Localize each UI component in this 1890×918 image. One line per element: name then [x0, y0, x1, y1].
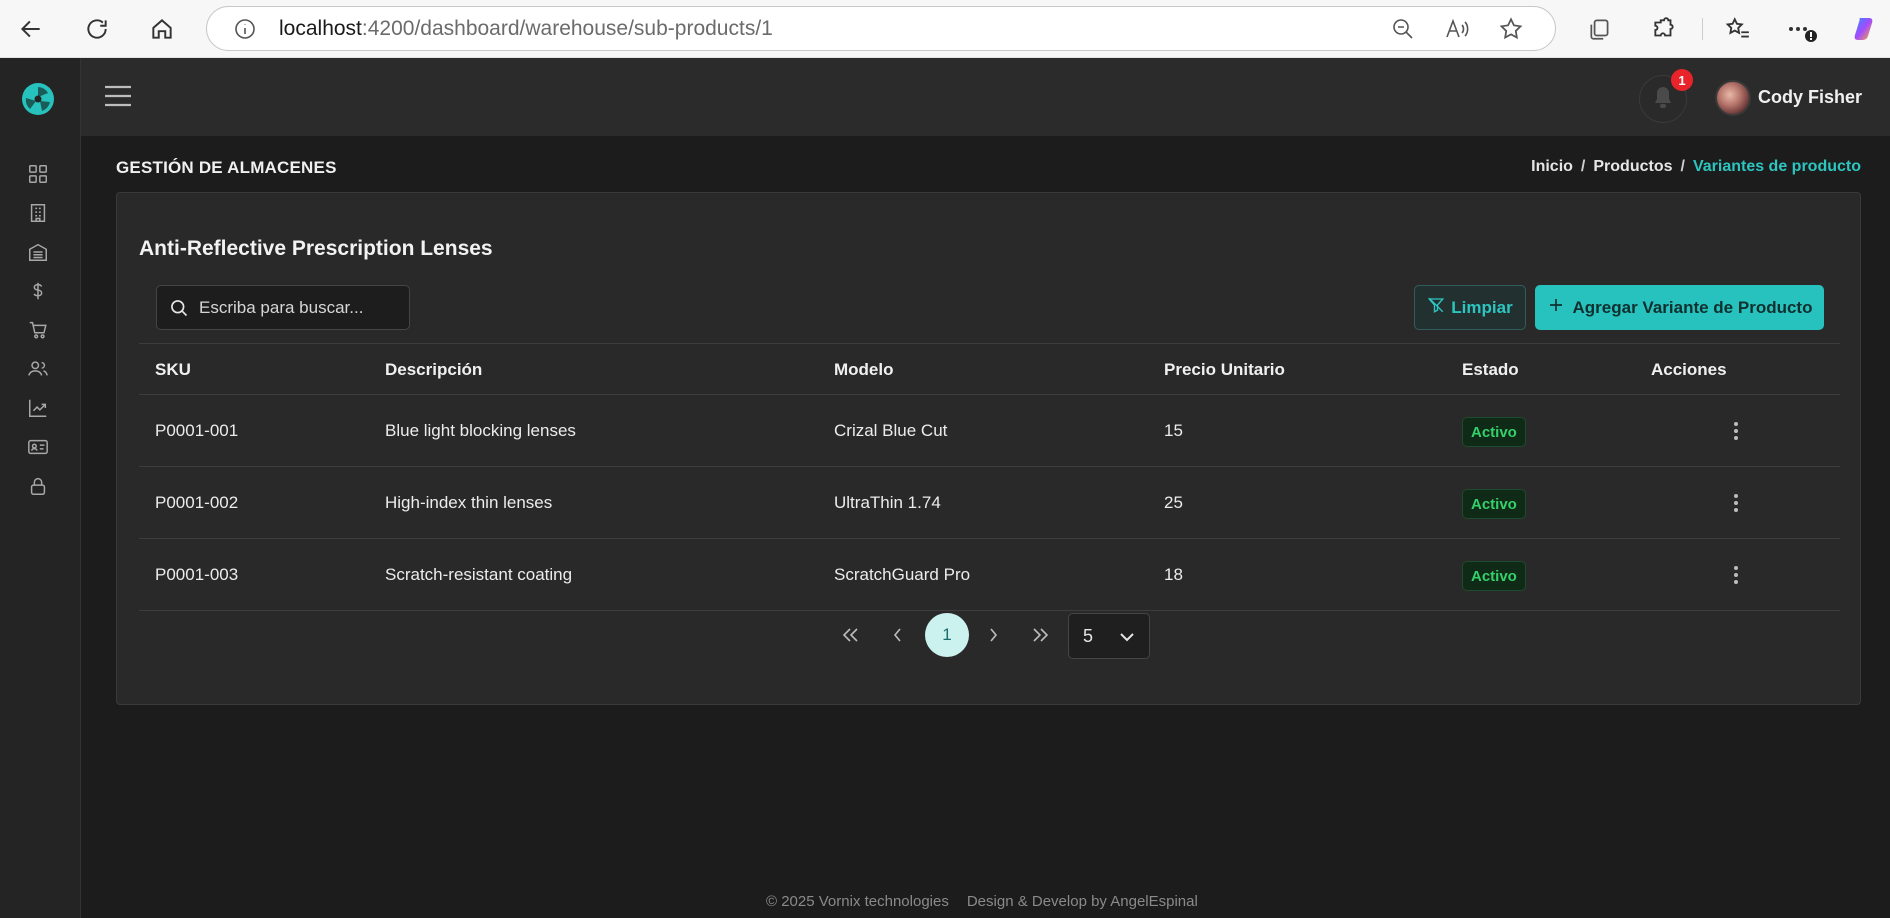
search-input[interactable] — [199, 286, 399, 329]
cell-model: UltraThin 1.74 — [834, 493, 941, 512]
breadcrumb: Inicio / Productos / Variantes de produc… — [1531, 158, 1861, 176]
cell-model: ScratchGuard Pro — [834, 565, 971, 584]
user-avatar[interactable] — [1715, 80, 1751, 116]
column-header-description[interactable]: Descripción — [385, 360, 482, 380]
sidebar-warehouse-icon[interactable] — [26, 240, 50, 264]
back-icon[interactable] — [14, 12, 48, 46]
product-variants-card: Anti-Reflective Prescription Lenses Limp… — [116, 192, 1861, 705]
table-header: SKU Descripción Modelo Precio Unitario E… — [139, 343, 1840, 395]
product-title: Anti-Reflective Prescription Lenses — [139, 237, 493, 260]
footer: © 2025 Vornix technologies Design & Deve… — [766, 893, 1198, 910]
url-text: localhost:4200/dashboard/warehouse/sub-p… — [279, 16, 773, 40]
table-row: P0001-001 Blue light blocking lenses Cri… — [139, 395, 1840, 467]
status-badge: Activo — [1462, 417, 1526, 447]
row-actions-menu-icon[interactable] — [1725, 419, 1747, 443]
sidebar-cart-icon[interactable] — [26, 318, 50, 342]
column-header-actions: Acciones — [1651, 360, 1727, 379]
favorite-star-icon[interactable] — [1497, 15, 1525, 43]
cell-description: Blue light blocking lenses — [385, 421, 576, 440]
zoom-out-icon[interactable] — [1389, 15, 1417, 43]
row-actions-menu-icon[interactable] — [1725, 491, 1747, 515]
sidebar-chart-icon[interactable] — [26, 396, 50, 420]
table-row: P0001-003 Scratch-resistant coating Scra… — [139, 539, 1840, 611]
page-button-current[interactable]: 1 — [925, 613, 969, 657]
sidebar-building-icon[interactable] — [26, 201, 50, 225]
row-actions-menu-icon[interactable] — [1725, 563, 1747, 587]
pagination: 1 5 — [117, 613, 1862, 659]
copilot-icon[interactable] — [1850, 13, 1882, 45]
status-badge: Activo — [1462, 489, 1526, 519]
breadcrumb-home[interactable]: Inicio — [1531, 158, 1573, 176]
toolbar-separator — [1702, 18, 1703, 40]
cell-unit-price: 15 — [1164, 421, 1183, 440]
breadcrumb-current: Variantes de producto — [1692, 158, 1861, 175]
breadcrumb-separator: / — [1580, 158, 1586, 175]
user-name[interactable]: Cody Fisher — [1758, 87, 1862, 108]
breadcrumb-separator: / — [1680, 158, 1685, 175]
browser-toolbar: localhost:4200/dashboard/warehouse/sub-p… — [0, 0, 1890, 58]
bell-icon — [1652, 85, 1674, 114]
home-icon[interactable] — [145, 12, 179, 46]
topbar: 1 Cody Fisher — [81, 58, 1890, 136]
add-variant-button[interactable]: Agregar Variante de Producto — [1535, 285, 1824, 330]
sidebar-lock-icon[interactable] — [26, 474, 50, 498]
collections-icon[interactable] — [1584, 13, 1616, 45]
next-page-icon[interactable] — [973, 615, 1013, 655]
sidebar-dashboard-icon[interactable] — [26, 162, 50, 186]
page-size-value: 5 — [1083, 625, 1094, 646]
page-size-select[interactable]: 5 — [1068, 613, 1150, 659]
clear-filters-label: Limpiar — [1451, 297, 1513, 317]
cell-sku: P0001-001 — [155, 421, 239, 440]
cell-unit-price: 25 — [1164, 493, 1183, 512]
address-bar[interactable]: localhost:4200/dashboard/warehouse/sub-p… — [206, 6, 1556, 51]
refresh-icon[interactable] — [80, 12, 114, 46]
more-menu-icon[interactable] — [1786, 13, 1818, 45]
sidebar-users-icon[interactable] — [26, 357, 50, 381]
cell-unit-price: 18 — [1164, 565, 1183, 584]
first-page-icon[interactable] — [831, 615, 871, 655]
breadcrumb-products[interactable]: Productos — [1593, 158, 1672, 176]
sidebar — [0, 58, 81, 918]
read-aloud-icon[interactable] — [1443, 15, 1471, 43]
search-icon — [169, 298, 189, 318]
variants-table: SKU Descripción Modelo Precio Unitario E… — [139, 343, 1840, 611]
cell-sku: P0001-002 — [155, 493, 239, 512]
page-title: GESTIÓN DE ALMACENES — [116, 158, 337, 177]
previous-page-icon[interactable] — [878, 615, 918, 655]
sidebar-id-card-icon[interactable] — [26, 435, 50, 459]
filter-clear-icon — [1427, 296, 1445, 319]
column-header-status[interactable]: Estado — [1462, 360, 1519, 380]
favorites-list-icon[interactable] — [1722, 13, 1754, 45]
app-logo-icon[interactable] — [21, 82, 55, 116]
plus-icon — [1547, 296, 1565, 319]
notification-badge: 1 — [1671, 69, 1693, 91]
column-header-model[interactable]: Modelo — [834, 360, 894, 380]
table-row: P0001-002 High-index thin lenses UltraTh… — [139, 467, 1840, 539]
footer-copyright: © 2025 Vornix technologies — [766, 893, 949, 910]
last-page-icon[interactable] — [1020, 615, 1060, 655]
clear-filters-button[interactable]: Limpiar — [1414, 285, 1526, 330]
cell-description: Scratch-resistant coating — [385, 565, 573, 584]
cell-sku: P0001-003 — [155, 565, 239, 584]
footer-credit: Design & Develop by AngelEspinal — [966, 893, 1198, 910]
sidebar-dollar-icon[interactable] — [26, 279, 50, 303]
cell-description: High-index thin lenses — [385, 493, 553, 512]
status-badge: Activo — [1462, 561, 1526, 591]
column-header-sku[interactable]: SKU — [155, 360, 191, 380]
search-box — [156, 285, 410, 330]
menu-toggle-icon[interactable] — [103, 84, 133, 108]
chevron-down-icon — [1117, 627, 1137, 647]
site-info-icon[interactable] — [231, 15, 259, 43]
extensions-icon[interactable] — [1648, 13, 1680, 45]
add-variant-label: Agregar Variante de Producto — [1572, 297, 1813, 317]
column-header-unit-price[interactable]: Precio Unitario — [1164, 360, 1285, 380]
cell-model: Crizal Blue Cut — [834, 421, 948, 440]
